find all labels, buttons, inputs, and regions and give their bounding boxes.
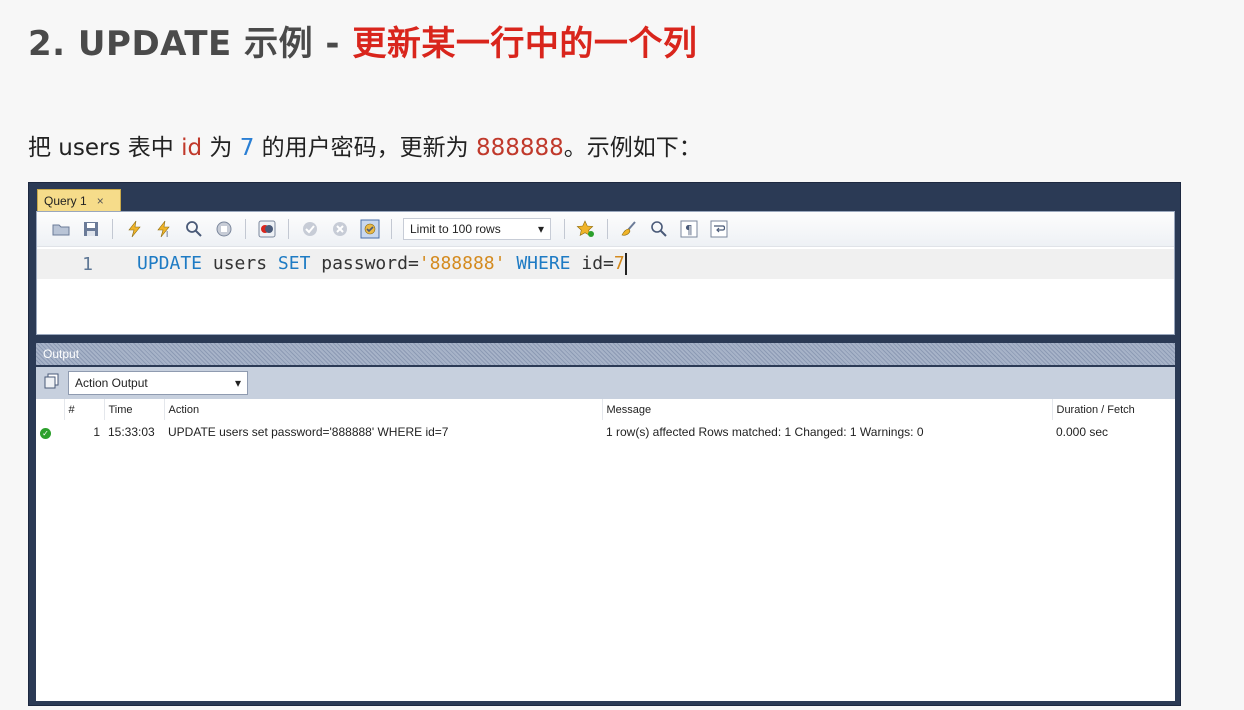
column-header-time[interactable]: Time [103, 399, 164, 420]
column-header-action[interactable]: Action [163, 399, 602, 420]
toolbar-separator [245, 219, 246, 239]
code-line-1[interactable]: 1 UPDATE users SET password='888888' WHE… [37, 249, 1174, 279]
sql-condition: id= [570, 253, 614, 274]
sql-assignment: password= [310, 253, 419, 274]
tab-label: Query 1 [44, 193, 87, 208]
slide-description: 把 users 表中 id 为 7 的用户密码，更新为 888888。示例如下： [28, 128, 702, 162]
beautify-broom-icon[interactable] [617, 217, 641, 241]
row-duration: 0.000 sec [1056, 425, 1109, 439]
desc-text-1: 把 users 表中 [28, 135, 182, 161]
table-header-row: # Time Action Message Duration / Fetch [36, 399, 1175, 420]
sql-string-value: '888888' [418, 253, 506, 274]
toolbar-separator [288, 219, 289, 239]
output-toolbar: Action Output ▾ [36, 367, 1175, 399]
desc-text-4: 。示例如下： [563, 135, 702, 161]
word-wrap-icon[interactable] [707, 217, 731, 241]
desc-id: id [181, 135, 203, 161]
column-header-status[interactable] [36, 399, 64, 420]
toolbar-separator [391, 219, 392, 239]
execute-current-icon[interactable]: I [152, 217, 176, 241]
table-row[interactable]: ✓ 1 15:33:03 UPDATE users set password='… [36, 420, 1175, 444]
sql-editor: I Limit to 100 rows ▾ ¶ 1 UPDATE users S… [36, 211, 1175, 335]
rollback-icon[interactable] [328, 217, 352, 241]
desc-text-3: 的用户密码，更新为 [254, 135, 476, 161]
add-snippet-star-icon[interactable] [574, 217, 598, 241]
limit-rows-value: Limit to 100 rows [410, 222, 501, 236]
line-number: 1 [82, 253, 93, 275]
explain-search-icon[interactable] [182, 217, 206, 241]
text-caret [624, 253, 627, 275]
action-output-table: # Time Action Message Duration / Fetch ✓… [36, 399, 1175, 444]
output-table-area: # Time Action Message Duration / Fetch ✓… [36, 399, 1175, 701]
execute-lightning-icon[interactable] [122, 217, 146, 241]
desc-number: 7 [239, 135, 255, 161]
toolbar-separator [607, 219, 608, 239]
svg-text:I: I [166, 230, 168, 238]
svg-text:¶: ¶ [685, 223, 693, 237]
tab-query-1[interactable]: Query 1 × [37, 189, 121, 211]
output-type-value: Action Output [75, 376, 148, 390]
output-title: Output [43, 347, 80, 361]
commit-icon[interactable] [298, 217, 322, 241]
desc-value: 888888 [475, 135, 564, 161]
editor-toolbar: I Limit to 100 rows ▾ ¶ [37, 212, 1174, 247]
output-panel-header: Output [36, 343, 1175, 365]
sql-keyword-where: WHERE [505, 253, 571, 274]
toolbar-separator [564, 219, 565, 239]
invisible-chars-icon[interactable]: ¶ [677, 217, 701, 241]
chevron-down-icon: ▾ [234, 376, 241, 390]
row-index: 1 [93, 425, 100, 439]
autocommit-toggle-icon[interactable] [358, 217, 382, 241]
column-header-message[interactable]: Message [601, 399, 1052, 420]
save-icon[interactable] [79, 217, 103, 241]
open-folder-icon[interactable] [49, 217, 73, 241]
sql-condition-value: 7 [613, 253, 625, 274]
workbench-window: Query 1 × I Limit to 100 rows ▾ ¶ 1 UPDA… [28, 182, 1181, 706]
sql-statement[interactable]: UPDATE users SET password='888888' WHERE… [137, 253, 627, 275]
toolbar-separator [112, 219, 113, 239]
row-message: 1 row(s) affected Rows matched: 1 Change… [606, 425, 924, 439]
sql-keyword-set: SET [277, 253, 311, 274]
output-type-select[interactable]: Action Output ▾ [68, 371, 248, 395]
column-header-duration[interactable]: Duration / Fetch [1051, 399, 1175, 420]
close-icon[interactable]: × [97, 194, 104, 208]
chevron-down-icon: ▾ [537, 222, 544, 236]
row-time: 15:33:03 [108, 425, 155, 439]
slide-title: 2. UPDATE 示例 - 更新某一行中的一个列 [28, 16, 697, 65]
toggle-continue-icon[interactable] [255, 217, 279, 241]
row-action: UPDATE users set password='888888' WHERE… [168, 425, 449, 439]
limit-rows-select[interactable]: Limit to 100 rows ▾ [403, 218, 551, 240]
title-prefix: 2. UPDATE 示例 - [28, 24, 353, 64]
stop-icon[interactable] [212, 217, 236, 241]
sql-table-name: users [202, 253, 278, 274]
title-highlight: 更新某一行中的一个列 [352, 24, 698, 64]
column-header-index[interactable]: # [63, 399, 104, 420]
sql-keyword-update: UPDATE [137, 253, 203, 274]
find-icon[interactable] [647, 217, 671, 241]
desc-text-2: 为 [202, 135, 240, 161]
success-check-icon: ✓ [36, 420, 64, 444]
copy-icon[interactable] [44, 373, 60, 393]
